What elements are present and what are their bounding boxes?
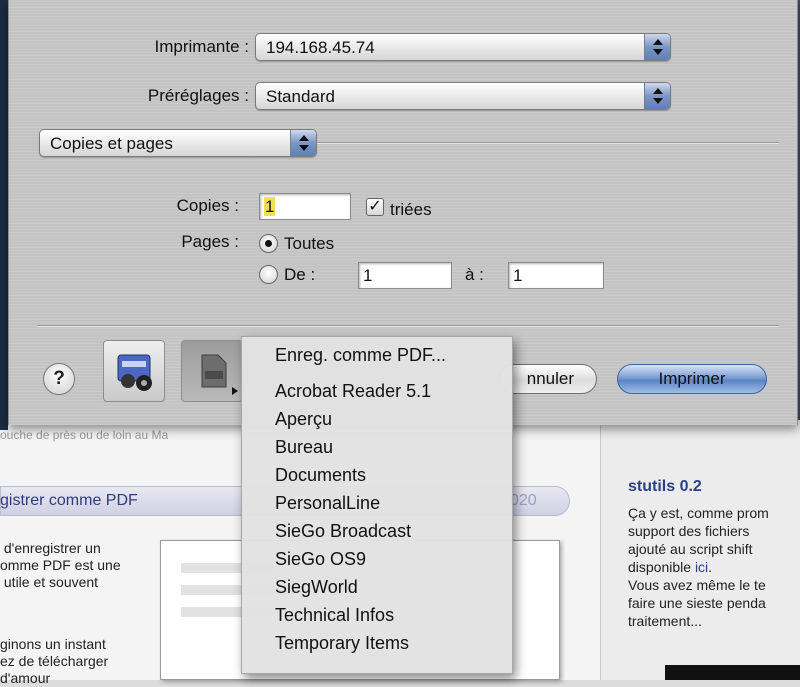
menu-separator [242,369,512,377]
pdf-document-icon [201,354,238,395]
collated-checkbox[interactable]: ✓ [366,198,384,216]
menu-item[interactable]: Technical Infos [242,601,512,629]
pages-label: Pages : [181,232,239,251]
printer-utility-icon [117,354,152,391]
sidebar-title[interactable]: stutils 0.2 [628,478,702,496]
article-heading-number: 020 [510,492,537,509]
menu-item[interactable]: Temporary Items [242,629,512,657]
menu-item[interactable]: Acrobat Reader 5.1 [242,377,512,405]
print-button[interactable]: Imprimer [617,364,767,394]
sidebar-text: Ça y est, comme prom support des fichier… [628,504,769,630]
pages-from-label: De : [284,265,316,284]
bottom-divider [37,325,779,327]
presets-popup[interactable]: Standard [255,82,671,110]
printer-label: Imprimante : [154,37,249,56]
menu-item[interactable]: Documents [242,461,512,489]
presets-value: Standard [266,87,335,106]
menu-item[interactable]: Bureau [242,433,512,461]
menu-item[interactable]: SiegWorld [242,573,512,601]
menu-item-save-as-pdf[interactable]: Enreg. comme PDF... [242,341,512,369]
copies-value: 1 [264,197,276,216]
collated-label: triées [390,200,432,219]
menu-item[interactable]: Aperçu [242,405,512,433]
pages-range-radio[interactable] [259,265,278,284]
sidebar-link[interactable]: ici [695,559,708,575]
printer-value: 194.168.45.74 [266,38,375,57]
pages-from-field[interactable]: 1 [358,262,452,289]
pdf-button[interactable] [181,340,243,402]
section-value: Copies et pages [50,134,173,153]
menu-item[interactable]: PersonalLine [242,489,512,517]
copies-label: Copies : [176,196,239,215]
pages-to-label: à : [465,265,484,284]
section-popup[interactable]: Copies et pages [39,129,317,157]
background-dark-block [665,665,800,680]
article-heading[interactable]: gistrer comme PDF [0,492,138,510]
popup-arrows-icon [290,130,316,156]
popup-arrows-icon [644,34,670,60]
menu-item[interactable]: SieGo Broadcast [242,517,512,545]
popup-arrows-icon [644,83,670,109]
printer-utility-button[interactable] [103,340,165,402]
help-button[interactable]: ? [43,363,75,395]
background-cut-text: ouche de près ou de loin au Ma [0,428,169,442]
pdf-dropdown-menu: Enreg. comme PDF... Acrobat Reader 5.1 A… [241,336,513,674]
background-edge [0,0,8,430]
menu-item[interactable]: SieGo OS9 [242,545,512,573]
cancel-button[interactable]: nnuler [499,364,597,394]
pages-to-field[interactable]: 1 [508,262,604,289]
copies-field[interactable]: 1 [259,193,351,220]
presets-label: Préréglages : [147,86,249,105]
article-paragraph-2: ginons un instant ez de télécharger d'am… [0,636,109,686]
printer-popup[interactable]: 194.168.45.74 [255,33,671,61]
article-paragraph-1: d'enregistrer un omme PDF est une utile … [0,540,121,590]
pages-all-label: Toutes [284,234,335,253]
pages-all-radio[interactable] [259,234,278,253]
section-divider [317,142,779,144]
